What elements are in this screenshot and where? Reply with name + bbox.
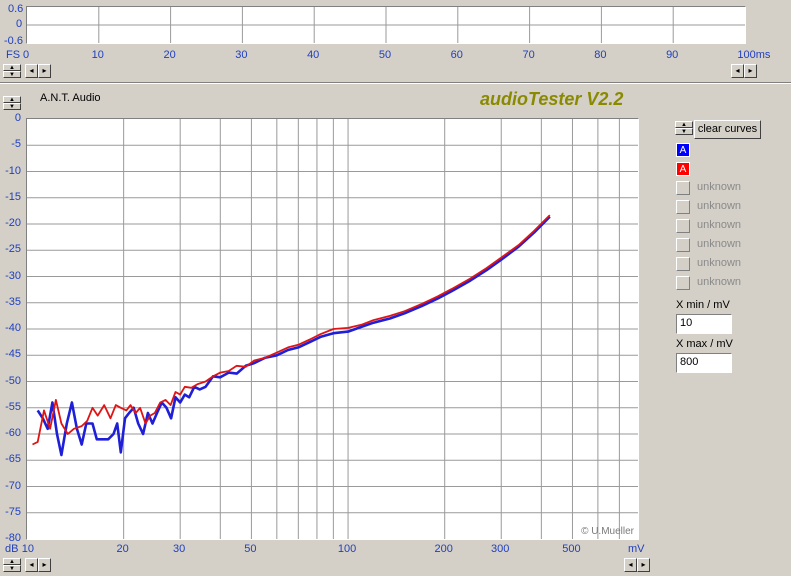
spin-down[interactable]: ▼ xyxy=(3,565,21,572)
unknown-channel-label: unknown xyxy=(697,181,742,193)
spin-up[interactable]: ▲ xyxy=(3,96,21,103)
x-tick-label: 500 xyxy=(562,543,581,555)
unknown-channel-checkbox[interactable] xyxy=(676,276,690,290)
y-tick-label: -70 xyxy=(5,479,21,492)
y-tick-label: -50 xyxy=(5,374,21,387)
x-tick-label: 20 xyxy=(116,543,129,555)
xmax-input[interactable]: 800 xyxy=(676,353,732,373)
channel-a-red[interactable]: A xyxy=(676,162,690,176)
x-tick-label: 80 xyxy=(594,49,607,61)
divider xyxy=(0,82,791,84)
watermark: © U.Mueller xyxy=(581,526,634,537)
y-tick-label: 0.6 xyxy=(8,3,24,15)
y-tick-label: 0 xyxy=(14,112,21,124)
y-tick-label: -25 xyxy=(5,243,21,256)
x-tick-label: 20 xyxy=(163,49,176,61)
x-tick-label: 30 xyxy=(235,49,248,61)
range-spin[interactable]: ▲ ▼ xyxy=(3,558,21,572)
clear-curves-button[interactable]: clear curves xyxy=(694,120,761,139)
x-tick-label: 90 xyxy=(666,49,679,61)
xmax-label: X max / mV xyxy=(676,338,733,350)
x-tick-label: 70 xyxy=(522,49,535,61)
scroll-right-button[interactable]: ▸ xyxy=(744,64,757,78)
series-blue-line xyxy=(36,215,551,457)
y-tick-label: -75 xyxy=(5,505,21,518)
unknown-channel-checkbox[interactable] xyxy=(676,219,690,233)
spin-up[interactable]: ▲ xyxy=(3,558,21,565)
x-tick-label: 30 xyxy=(173,543,186,555)
brand-label: A.N.T. Audio xyxy=(40,92,101,104)
scroll-left-button[interactable]: ◂ xyxy=(624,558,637,572)
unknown-channel-label: unknown xyxy=(697,257,742,269)
scroll-left-button[interactable]: ◂ xyxy=(25,558,38,572)
app-title: audioTester V2.2 xyxy=(480,89,624,109)
x-tick-label: 100 xyxy=(337,543,357,555)
scroll-left-button[interactable]: ◂ xyxy=(731,64,744,78)
unknown-channel-checkbox[interactable] xyxy=(676,181,690,195)
spin-down[interactable]: ▼ xyxy=(675,128,693,135)
unknown-channel-label: unknown xyxy=(697,219,742,231)
scroll-right-button[interactable]: ▸ xyxy=(637,558,650,572)
y-tick-label: -20 xyxy=(5,217,21,229)
y-tick-label: -55 xyxy=(5,400,21,413)
unknown-channel-label: unknown xyxy=(697,276,742,288)
y-tick-label: 0 xyxy=(16,18,23,30)
time-plot xyxy=(26,6,746,44)
y-tick-label: -35 xyxy=(5,295,21,308)
scroll-left-button[interactable]: ◂ xyxy=(25,64,38,78)
y-tick-label: -60 xyxy=(5,427,21,439)
x-tick-label: 0 xyxy=(22,49,30,61)
y-tick-label: -5 xyxy=(11,138,21,151)
series-red-line xyxy=(32,214,551,446)
spin-up[interactable]: ▲ xyxy=(675,121,693,128)
y-unit-label: dB xyxy=(5,543,19,555)
y-tick-label: -45 xyxy=(5,348,21,361)
y-tick-label: -30 xyxy=(5,269,21,282)
time-plot-grid xyxy=(27,7,745,43)
y-tick-label: -15 xyxy=(5,190,21,203)
x-tick-label: 40 xyxy=(307,49,320,61)
x-tick-label: 50 xyxy=(378,49,392,61)
spin-down[interactable]: ▼ xyxy=(3,71,21,78)
x-tick-label: 300 xyxy=(491,543,510,555)
x-tick-label: 100ms xyxy=(737,49,771,61)
x-tick-label: 10 xyxy=(91,49,104,61)
xmin-label: X min / mV xyxy=(676,299,730,311)
unknown-channel-label: unknown xyxy=(697,238,742,250)
scroll-right-button[interactable]: ▸ xyxy=(38,64,51,78)
unknown-channel-label: unknown xyxy=(697,200,742,212)
x-unit-label: mV xyxy=(628,543,645,555)
x-tick-label: 60 xyxy=(450,49,463,61)
unknown-channel-checkbox[interactable] xyxy=(676,257,690,271)
response-plot: © U.Mueller xyxy=(26,118,639,540)
spin-down[interactable]: ▼ xyxy=(3,103,21,110)
y-tick-label: -65 xyxy=(5,453,21,466)
y-tick-label: -0.6 xyxy=(4,35,23,47)
y-tick-label: -10 xyxy=(5,164,21,177)
x-tick-label: 10 xyxy=(21,543,34,555)
time-spin[interactable]: ▲ ▼ xyxy=(3,64,21,78)
y-tick-label: -40 xyxy=(5,322,21,334)
xmin-input[interactable]: 10 xyxy=(676,314,732,334)
response-plot-canvas xyxy=(27,119,638,539)
channel-a-blue[interactable]: A xyxy=(676,143,690,157)
x-tick-label: 50 xyxy=(244,543,257,555)
unknown-channel-checkbox[interactable] xyxy=(676,200,690,214)
y-unit-label: FS xyxy=(6,49,21,61)
scroll-right-button[interactable]: ▸ xyxy=(38,558,51,572)
level-spin[interactable]: ▲ ▼ xyxy=(3,96,21,110)
unknown-channel-checkbox[interactable] xyxy=(676,238,690,252)
curve-spin[interactable]: ▲ ▼ xyxy=(675,121,693,135)
x-tick-label: 200 xyxy=(434,543,453,555)
spin-up[interactable]: ▲ xyxy=(3,64,21,71)
